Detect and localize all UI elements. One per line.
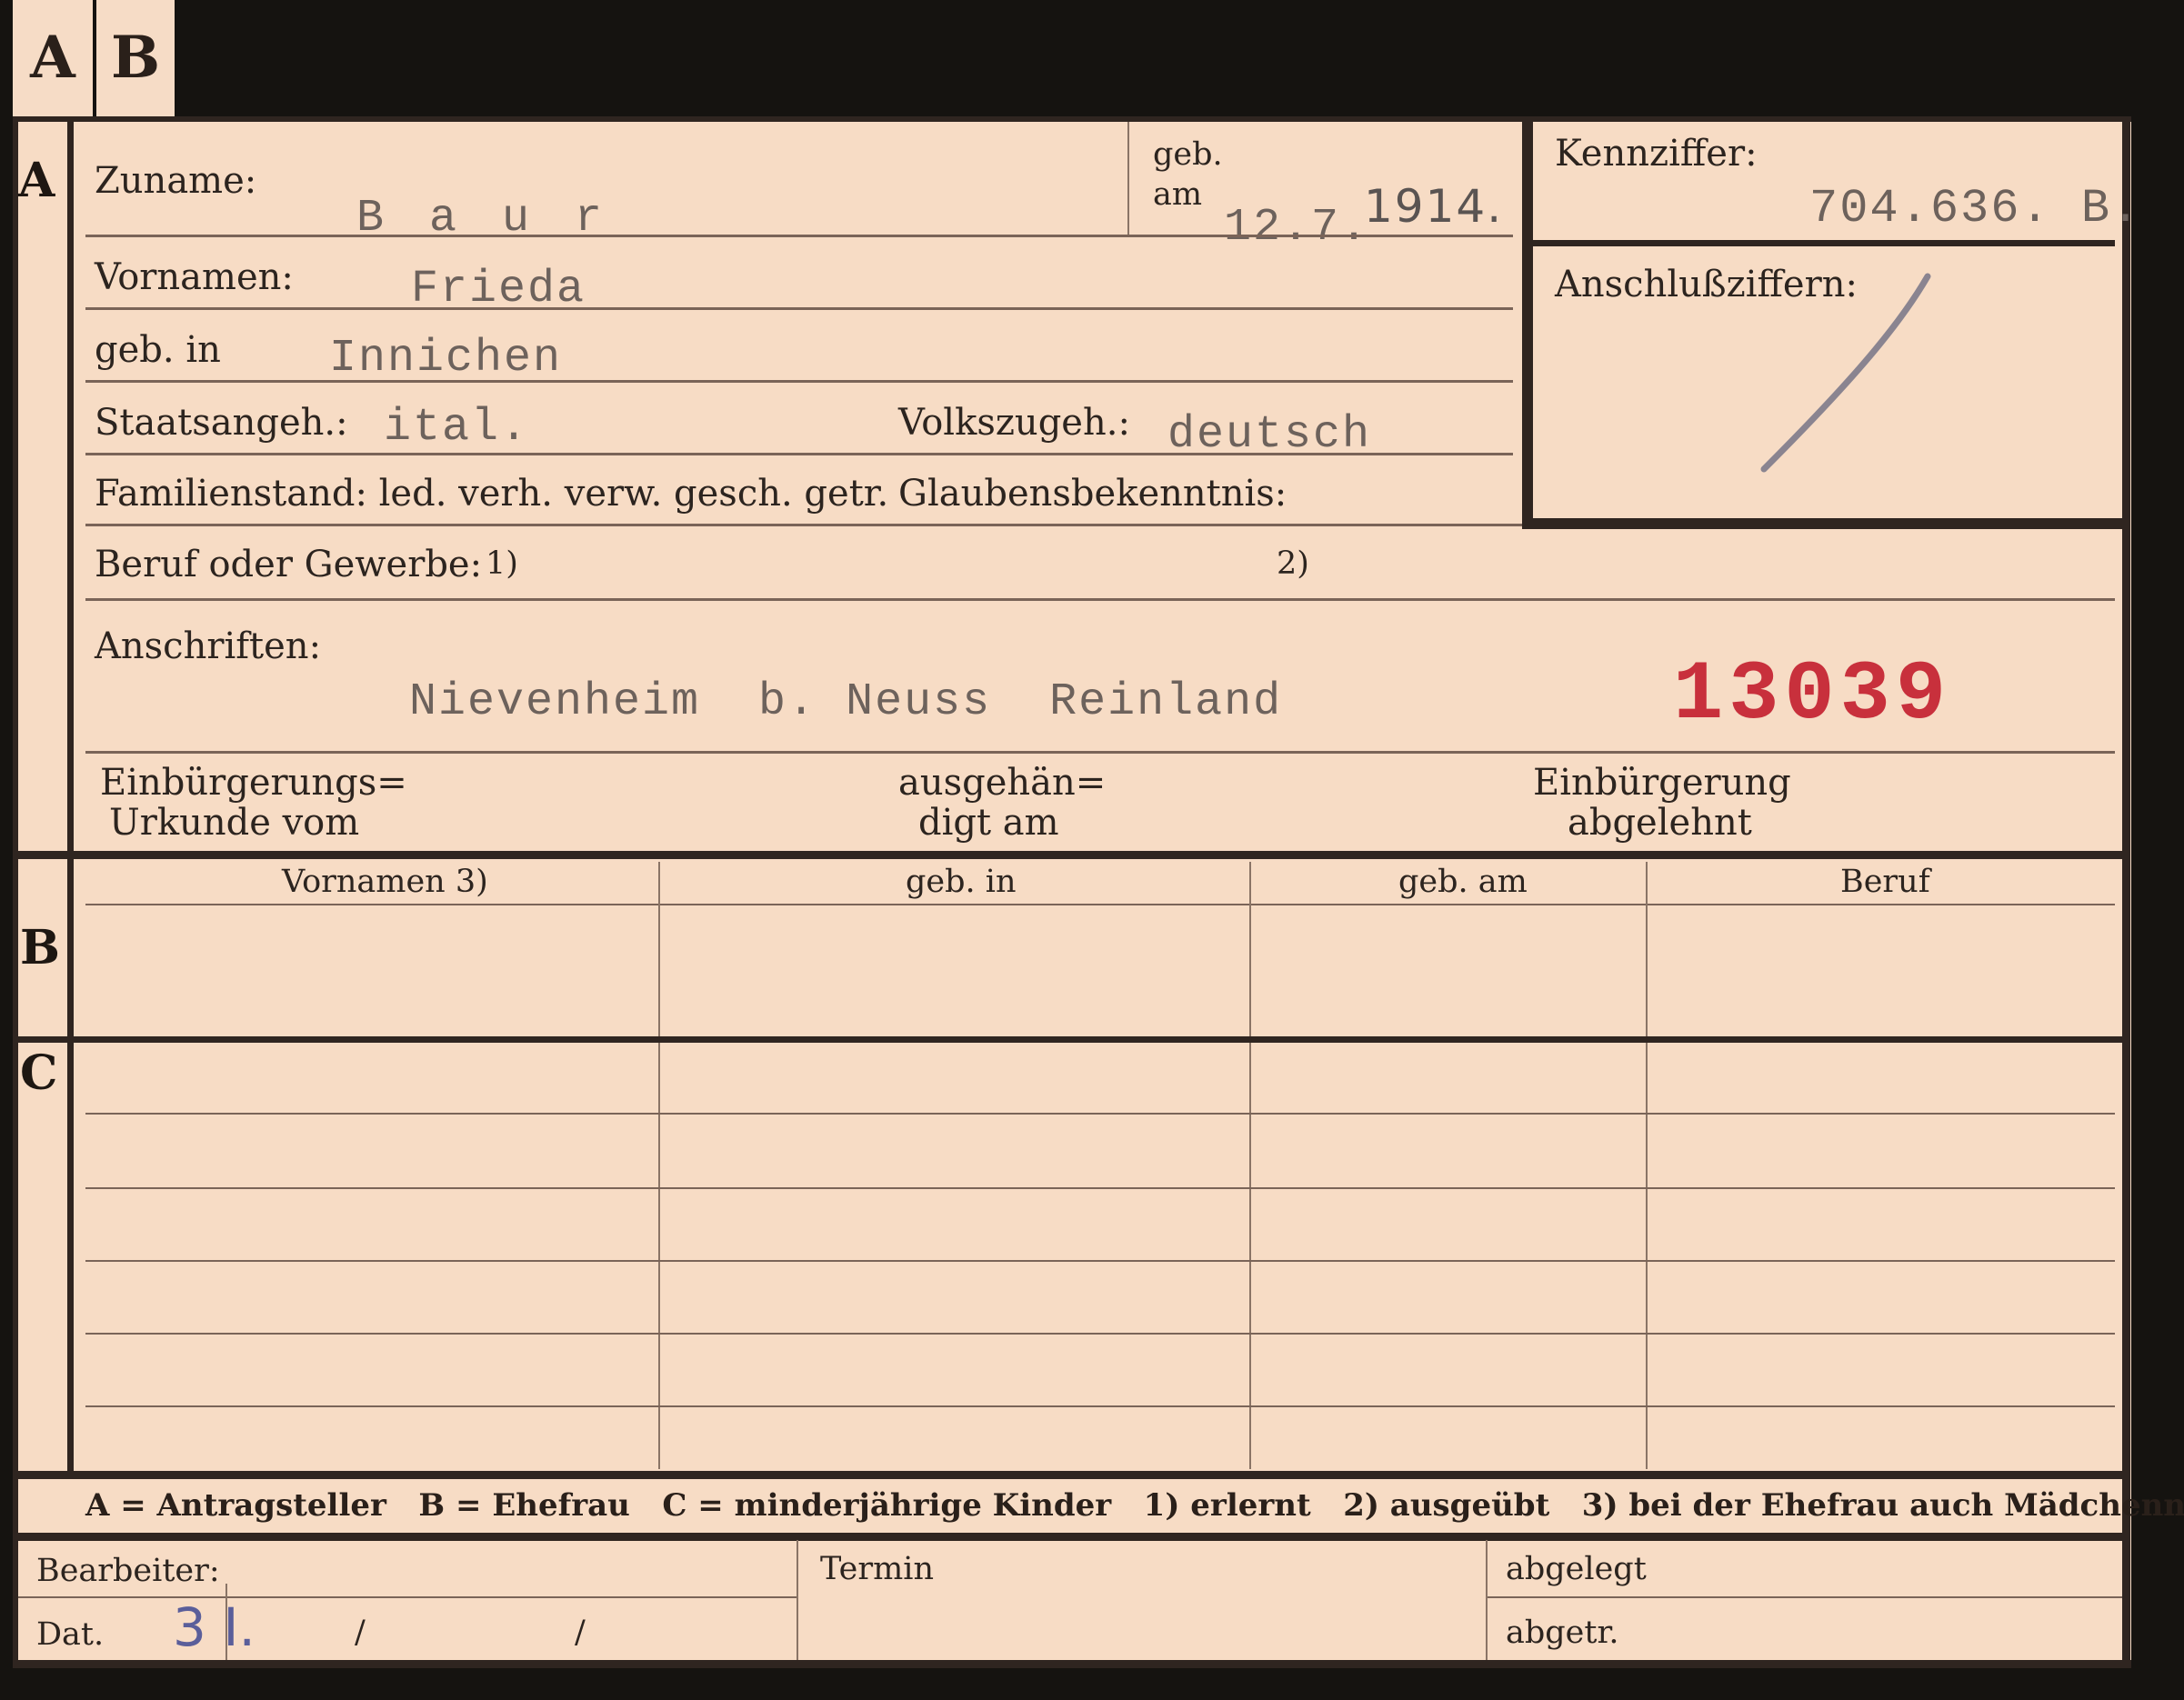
- footer-divider-2: [1486, 1540, 1488, 1660]
- column-header-geb-am: geb. am: [1398, 864, 1528, 900]
- kennziffer-box-divider: [1533, 240, 2115, 246]
- abgetr-label: abgetr.: [1506, 1615, 1619, 1651]
- einbuergerungsurkunde-label-2: Urkunde vom: [109, 802, 360, 844]
- section-label-b: B: [20, 920, 60, 975]
- table-col-divider-3: [1646, 862, 1648, 1469]
- table-row-line-3: [85, 1260, 2115, 1262]
- kennziffer-value[interactable]: 704.636. B.: [1809, 182, 2141, 235]
- ausgehaendigt-label-1: ausgehän=: [898, 762, 1107, 804]
- row-line-beruf: [85, 598, 2115, 601]
- geb-am-divider: [1127, 122, 1129, 235]
- staatsangeh-label: Staatsangeh.:: [95, 402, 348, 444]
- beruf-note-2: 2): [1277, 545, 1309, 582]
- footer-right-line: [1488, 1596, 2122, 1598]
- card-top-border: [13, 116, 2131, 122]
- geb-in-label: geb. in: [95, 329, 221, 371]
- volkszugeh-label: Volkszugeh.:: [898, 402, 1130, 444]
- glaubensbekenntnis-label: Glaubensbekenntnis:: [898, 473, 1287, 515]
- tab-a[interactable]: A: [13, 0, 93, 116]
- dat-label: Dat.: [36, 1616, 105, 1653]
- row-line-familienstand: [85, 524, 1522, 526]
- am-label: am: [1153, 176, 1203, 213]
- einbuergerung-abgelehnt-label-1: Einbürgerung: [1533, 762, 1791, 804]
- dat-slash-1: /: [355, 1615, 366, 1651]
- dat-value[interactable]: 3 I.: [173, 1596, 255, 1658]
- column-header-beruf: Beruf: [1840, 864, 1930, 900]
- section-column-border: [67, 116, 74, 1478]
- geb-am-day-value[interactable]: 12.7.: [1224, 202, 1369, 254]
- section-label-a: A: [18, 153, 55, 208]
- dat-divider: [225, 1584, 227, 1660]
- footer-left-line: [18, 1596, 796, 1598]
- vornamen-label: Vornamen:: [95, 256, 294, 298]
- geb-in-value[interactable]: Innichen: [329, 333, 562, 385]
- anschriften-label: Anschriften:: [95, 625, 322, 667]
- ausgehaendigt-label-2: digt am: [918, 802, 1059, 844]
- familienstand-label: Familienstand: led. verh. verw. gesch. g…: [95, 473, 889, 515]
- section-a-bottom-border: [18, 851, 2124, 859]
- card-left-border: [13, 116, 18, 1667]
- card-right-border: [2122, 116, 2130, 1667]
- strike-through-mark: [1760, 273, 1931, 473]
- staatsangeh-value[interactable]: ital.: [384, 402, 529, 454]
- geb-am-year-value[interactable]: 1914.: [1364, 180, 1503, 233]
- geb-label: geb.: [1153, 136, 1223, 173]
- row-line-staatsangeh: [85, 453, 1513, 455]
- beruf-note-1: 1): [486, 545, 518, 582]
- abgelegt-label: abgelegt: [1506, 1551, 1647, 1587]
- card-bottom-border: [13, 1660, 2131, 1668]
- row-line-vornamen: [85, 307, 1513, 310]
- table-col-divider-2: [1249, 862, 1251, 1469]
- table-row-line-4: [85, 1333, 2115, 1335]
- section-c-bottom-border: [18, 1471, 2124, 1479]
- beruf-label: Beruf oder Gewerbe:: [95, 544, 483, 585]
- table-row-line-2: [85, 1187, 2115, 1189]
- einbuergerung-abgelehnt-label-2: abgelehnt: [1568, 802, 1752, 844]
- dat-slash-2: /: [575, 1615, 586, 1651]
- kennziffer-box-bottom: [1522, 518, 2122, 529]
- legend-text: A = Antragsteller B = Ehefrau C = minder…: [85, 1487, 2184, 1524]
- kennziffer-label: Kennziffer:: [1555, 133, 1758, 175]
- einbuergerungsurkunde-label-1: Einbürgerungs=: [100, 762, 407, 804]
- kennziffer-box-left: [1522, 122, 1533, 529]
- termin-label: Termin: [820, 1551, 934, 1587]
- column-header-vornamen: Vornamen 3): [282, 864, 488, 900]
- column-header-geb-in: geb. in: [906, 864, 1017, 900]
- anschrift-value[interactable]: Nievenheim b. Neuss Reinland: [409, 676, 1282, 728]
- table-row-line-1: [85, 1113, 2115, 1115]
- legend-bottom-border: [18, 1533, 2124, 1541]
- table-header-line: [85, 904, 2115, 905]
- section-label-c: C: [20, 1045, 58, 1101]
- row-line-zuname: [85, 235, 1513, 237]
- row-line-geb-in: [85, 380, 1513, 383]
- bearbeiter-label: Bearbeiter:: [36, 1553, 220, 1589]
- section-b-bottom-border: [18, 1036, 2124, 1043]
- row-line-anschriften: [85, 751, 2115, 754]
- footer-divider-1: [796, 1540, 798, 1660]
- tab-b[interactable]: B: [96, 0, 175, 116]
- stamp-number: 13039: [1673, 647, 1952, 743]
- zuname-label: Zuname:: [95, 160, 257, 202]
- table-col-divider-1: [658, 862, 660, 1469]
- table-row-line-5: [85, 1405, 2115, 1407]
